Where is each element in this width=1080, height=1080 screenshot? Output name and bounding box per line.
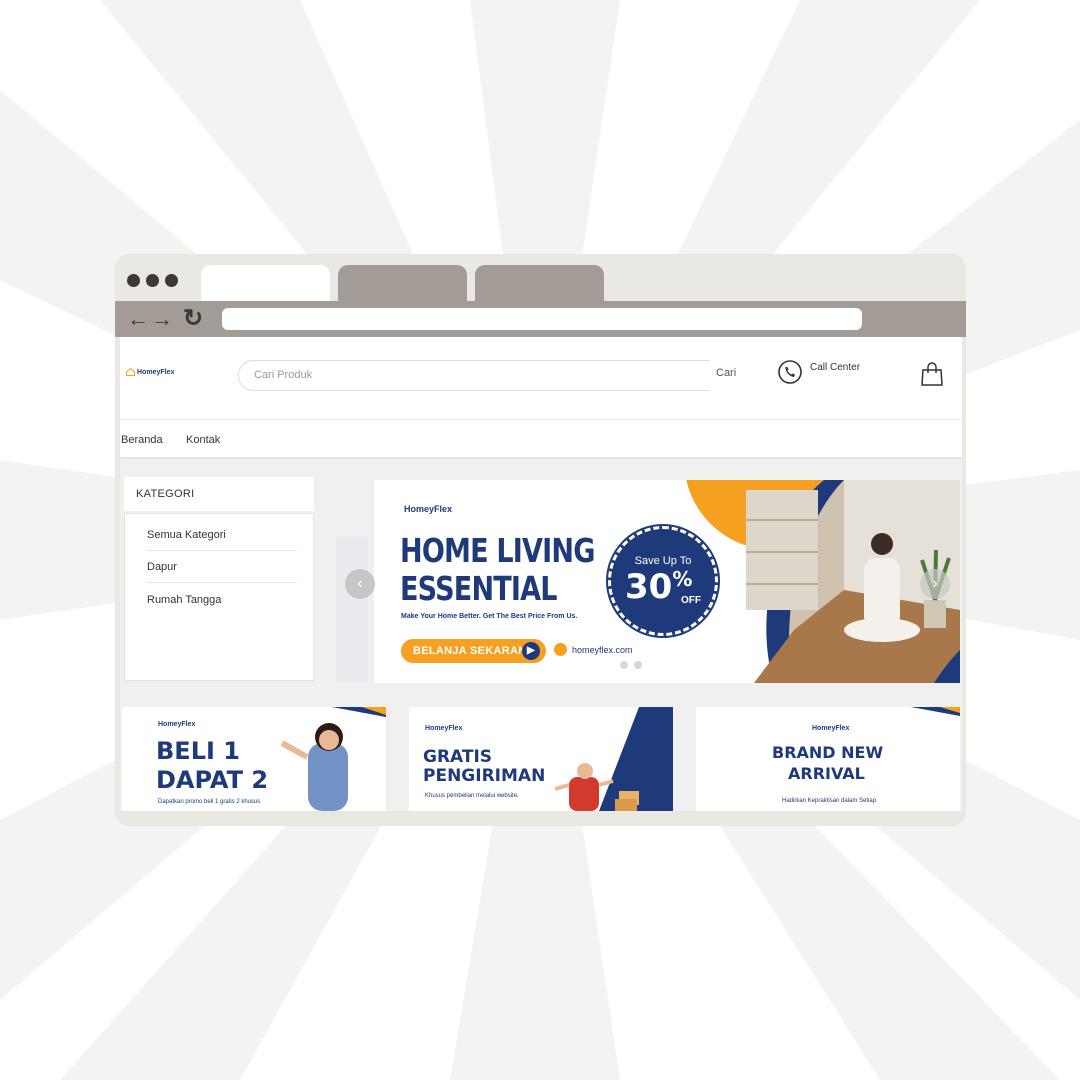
promo-logo: HomeyFlex [425,725,463,732]
browser-toolbar: ← → ↻ [115,301,966,337]
shop-now-button[interactable]: BELANJA SEKARANG ▶ [401,639,546,663]
promo-line1: BELI 1 [156,737,240,765]
category-item-semua[interactable]: Semua Kategori [147,529,297,551]
window-controls [127,274,178,287]
promo-logo: HomeyFlex [158,721,196,728]
promo-line2: DAPAT 2 [156,766,269,794]
slide-indicator[interactable] [634,661,642,669]
promo-line2: ARRIVAL [788,764,865,783]
category-item-rumah-tangga[interactable]: Rumah Tangga [147,594,297,615]
promo-line1: GRATIS [423,747,493,767]
browser-tab[interactable] [338,265,467,303]
browser-tab[interactable] [475,265,604,303]
reload-icon[interactable]: ↻ [183,306,203,332]
category-list: Semua Kategori Dapur Rumah Tangga [124,513,314,681]
web-page: HomeyFlex Cari Produk Cari Call Center B… [120,337,962,811]
call-center-label[interactable]: Call Center [810,362,860,373]
house-logo-icon [126,368,135,376]
promo-card-brand-new[interactable]: HomeyFlex BRAND NEW ARRIVAL Hadirkan Kep… [696,707,960,811]
promo-small-text: Khusus pembelian melalui website. [425,793,519,799]
main-nav: Beranda Kontak [120,419,962,457]
category-item-dapur[interactable]: Dapur [147,561,297,583]
banner-website: homeyflex.com [572,645,633,655]
close-window-dot[interactable] [127,274,140,287]
chevron-right-icon[interactable]: › [920,569,950,599]
site-logo[interactable]: HomeyFlex [126,368,174,376]
discount-badge: Save Up To 30% OFF [606,524,720,638]
shopping-bag-icon[interactable] [920,361,944,387]
maximize-window-dot[interactable] [165,274,178,287]
banner-title-line1: HOME LIVING [400,531,595,570]
promo-logo: HomeyFlex [812,725,850,732]
shop-now-label: BELANJA SEKARANG [413,645,536,657]
phone-icon[interactable] [777,359,803,385]
address-bar[interactable] [222,308,862,330]
banner-title-line2: ESSENTIAL [400,569,558,608]
arrow-left-icon[interactable]: ← [127,306,149,332]
hero-banner[interactable]: HomeyFlex HOME LIVING ESSENTIAL Make You… [374,480,960,683]
promo-line2: PENGIRIMAN [423,766,546,786]
globe-icon [554,643,567,656]
arrow-right-icon: ▶ [522,642,540,660]
previous-slide-peek [336,537,368,683]
category-title: KATEGORI [124,477,314,511]
badge-save-text: Save Up To [634,555,692,567]
site-logo-text: HomeyFlex [137,368,175,376]
browser-window: ← → ↻ HomeyFlex Cari Produk Cari Call Ce… [115,254,966,826]
badge-percent: % [672,567,693,591]
promo-line1: BRAND NEW [772,743,884,762]
promo-small-text: Dapatkan promo beli 1 gratis 2 khusus [158,799,261,805]
nav-item-kontak[interactable]: Kontak [186,434,220,446]
banner-subtitle: Make Your Home Better. Get The Best Pric… [401,613,578,620]
browser-bottom-frame [115,811,966,826]
slide-indicator[interactable] [620,661,628,669]
badge-number: 30 [625,567,673,607]
badge-off-text: OFF [681,595,701,606]
minimize-window-dot[interactable] [146,274,159,287]
promo-small-text: Hadirkan Kepraktisan dalam Setiap [782,798,877,804]
search-button[interactable]: Cari [716,367,736,379]
promo-card-gratis[interactable]: HomeyFlex GRATIS PENGIRIMAN Khusus pembe… [409,707,673,811]
promo-card-beli1[interactable]: HomeyFlex BELI 1 DAPAT 2 Dapatkan promo … [122,707,386,811]
search-input[interactable]: Cari Produk [238,360,710,391]
banner-logo: HomeyFlex [404,504,453,514]
nav-item-beranda[interactable]: Beranda [121,434,163,446]
banner-title: HOME LIVING ESSENTIAL [400,532,595,608]
site-header: HomeyFlex Cari Produk Cari Call Center [120,337,962,419]
chevron-left-icon[interactable]: ‹ [345,569,375,599]
browser-tab-active[interactable] [201,265,330,303]
arrow-right-icon[interactable]: → [151,306,173,332]
